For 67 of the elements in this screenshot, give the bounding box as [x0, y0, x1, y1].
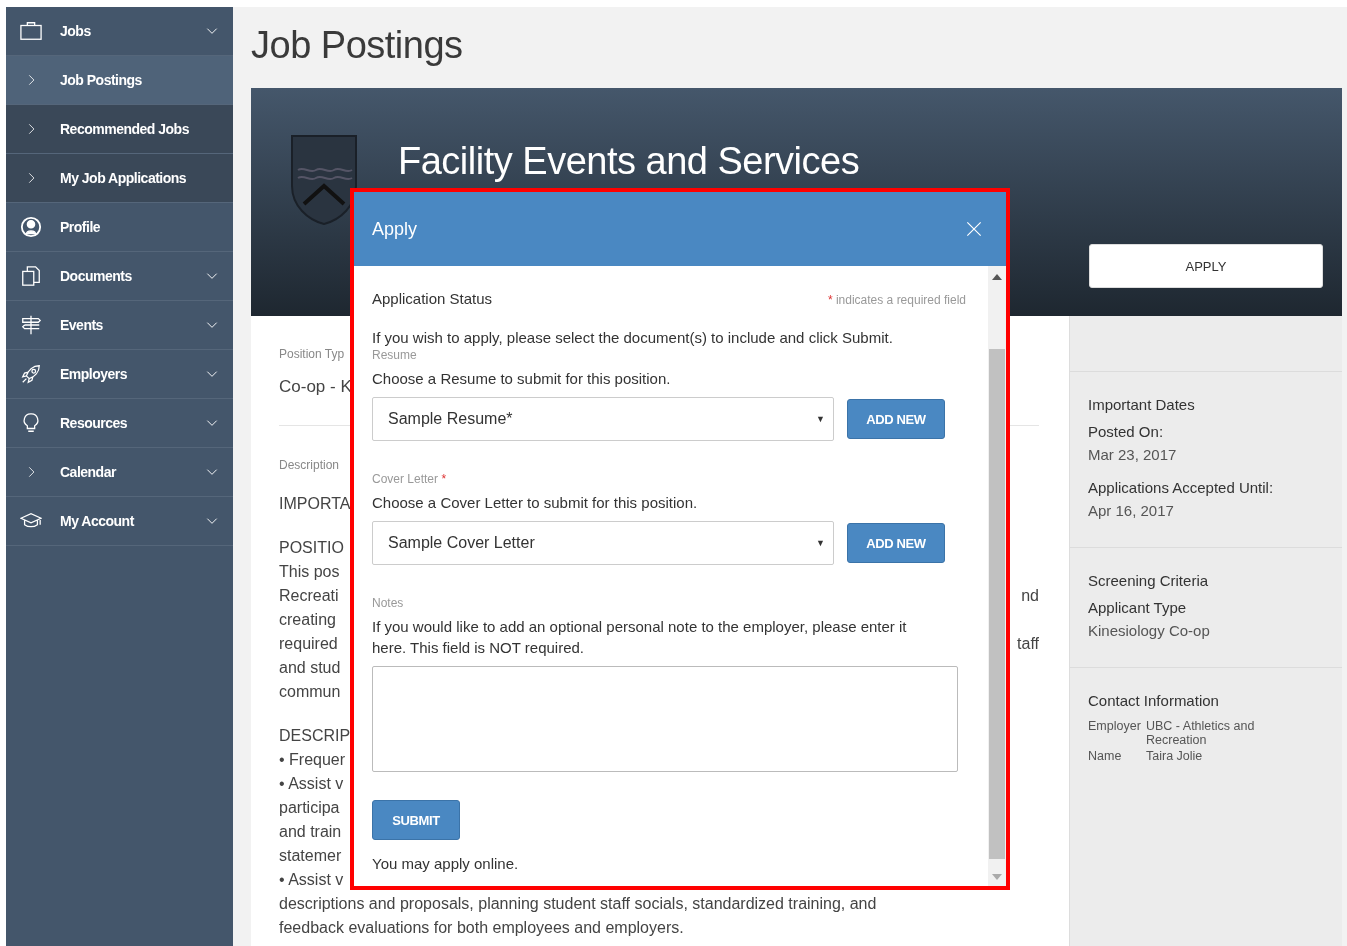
description-text: commun: [279, 682, 341, 702]
close-icon: [964, 219, 984, 239]
description-text: Recreati: [279, 586, 339, 606]
field-label: Cover Letter *: [372, 472, 448, 486]
description-text: feedback evaluations for both employees and employers.: [279, 918, 684, 938]
description-text: creating: [279, 610, 336, 630]
field-value: Taira Jolie: [1146, 749, 1204, 763]
section-title: Important Dates: [1088, 396, 1196, 413]
field-label: Applicant Type: [1088, 599, 1188, 616]
field-value: Kinesiology Co-op: [1088, 622, 1211, 639]
intro-text: If you wish to apply, please select the document(s) to include and click Submit.: [372, 329, 894, 346]
field-label: Position Typ: [279, 347, 345, 361]
apply-button[interactable]: APPLY: [1089, 244, 1323, 288]
description-text: DESCRIP: [279, 726, 351, 746]
description-text: This pos: [279, 562, 340, 582]
section-title: Screening Criteria: [1088, 572, 1210, 589]
document-select[interactable]: Sample Resume* ▼: [372, 397, 834, 441]
submit-button[interactable]: SUBMIT: [372, 800, 460, 840]
description-text: IMPORTA: [279, 494, 351, 514]
add-new-button[interactable]: ADD NEW: [847, 399, 945, 439]
description-text: descriptions and proposals, planning student staff socials, standardized training, and: [279, 894, 877, 914]
documents-icon: [20, 265, 42, 287]
description-text: and stud: [279, 658, 341, 678]
description-text: taff: [1017, 634, 1039, 654]
description-text: participa: [279, 798, 340, 818]
section-title: Application Status: [372, 290, 493, 307]
field-value: Co-op - K: [279, 377, 352, 397]
field-hint: Choose a Cover Letter to submit for this position.: [372, 494, 699, 511]
description-text: and train: [279, 822, 342, 842]
field-label: Applications Accepted Until:: [1088, 479, 1275, 496]
nav-item[interactable]: My Job Applications: [6, 154, 233, 203]
field-hint: If you would like to add an optional personal note to the employer, please enter it here. This field is NOT required.: [372, 617, 908, 658]
field-label: Posted On:: [1088, 423, 1165, 440]
required-note: * indicates a required field: [827, 293, 966, 307]
briefcase-icon: [20, 20, 42, 42]
field-label: Resume: [372, 348, 418, 362]
description-text: nd: [1021, 586, 1039, 606]
user-circle-icon: [20, 216, 42, 238]
field-value: Mar 23, 2017: [1088, 446, 1178, 463]
close-button[interactable]: [964, 219, 984, 239]
field-label: Notes: [372, 596, 405, 610]
field-hint: Choose a Resume to submit for this position.: [372, 370, 672, 387]
nav-item[interactable]: Recommended Jobs: [6, 105, 233, 154]
page-title: Job Postings: [251, 23, 464, 68]
description-text: • Frequer: [279, 750, 346, 770]
description-text: POSITIO: [279, 538, 344, 558]
description-text: required: [279, 634, 338, 654]
description-text: • Assist v: [279, 870, 344, 890]
scrollbar[interactable]: [988, 266, 1006, 886]
crest-logo-icon: [290, 134, 358, 226]
rocket-icon: [20, 363, 42, 385]
description-text: statemer: [279, 846, 342, 866]
footer-text: You may apply online.: [372, 855, 520, 872]
add-new-button[interactable]: ADD NEW: [847, 523, 945, 563]
field-label: Name: [1088, 749, 1123, 763]
field-value: UBC - Athletics and Recreation: [1146, 719, 1256, 747]
document-select[interactable]: Sample Cover Letter ▼: [372, 521, 834, 565]
signpost-icon: [20, 314, 42, 336]
description-text: • Assist v: [279, 774, 344, 794]
field-label: Description: [279, 458, 340, 472]
field-label: Employer: [1088, 719, 1142, 735]
dialog-title: Apply: [372, 218, 418, 240]
notes-field[interactable]: [372, 666, 958, 772]
section-title: Contact Information: [1088, 692, 1220, 709]
nav-item[interactable]: Job Postings: [6, 56, 233, 105]
job-title: Facility Events and Services: [398, 140, 860, 183]
field-value: Apr 16, 2017: [1088, 502, 1175, 519]
